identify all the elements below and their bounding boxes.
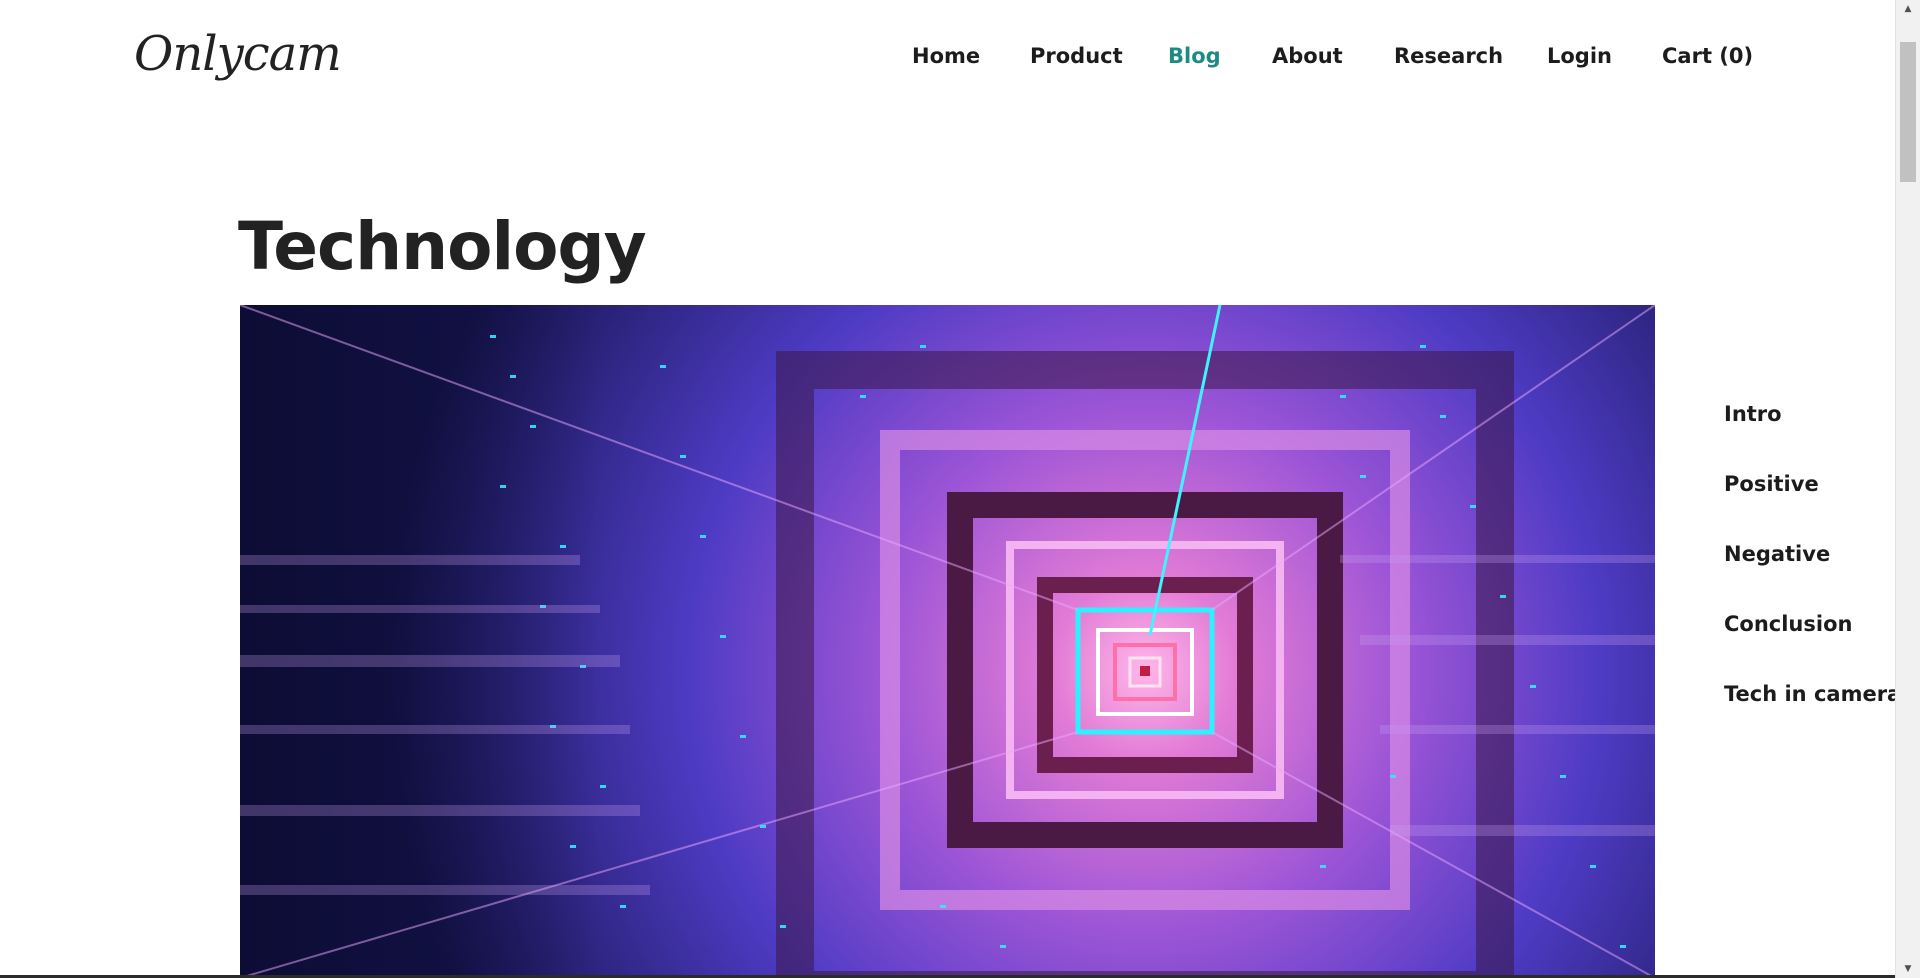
toc-positive[interactable]: Positive [1724, 472, 1819, 496]
hero-image [240, 305, 1655, 978]
main-nav: Home Product Blog About Research Login C… [0, 44, 1920, 76]
nav-cart[interactable]: Cart (0) [1662, 44, 1753, 68]
scroll-thumb[interactable] [1900, 42, 1916, 182]
vertical-scrollbar[interactable]: ▲ ▼ [1895, 0, 1920, 978]
tech-tunnel-illustration [240, 305, 1655, 978]
toc-intro[interactable]: Intro [1724, 402, 1782, 426]
toc-conclusion[interactable]: Conclusion [1724, 612, 1852, 636]
toc-tech-in-camera[interactable]: Tech in camera [1724, 682, 1901, 706]
toc-negative[interactable]: Negative [1724, 542, 1830, 566]
page-title: Technology [238, 208, 647, 285]
nav-home[interactable]: Home [912, 44, 980, 68]
page: Onlycam Home Product Blog About Research… [0, 0, 1920, 978]
scroll-down-arrow-icon[interactable]: ▼ [1896, 960, 1920, 978]
nav-product[interactable]: Product [1030, 44, 1123, 68]
nav-login[interactable]: Login [1547, 44, 1612, 68]
nav-blog[interactable]: Blog [1168, 44, 1221, 68]
nav-research[interactable]: Research [1394, 44, 1503, 68]
scroll-up-arrow-icon[interactable]: ▲ [1896, 0, 1920, 18]
nav-about[interactable]: About [1272, 44, 1343, 68]
